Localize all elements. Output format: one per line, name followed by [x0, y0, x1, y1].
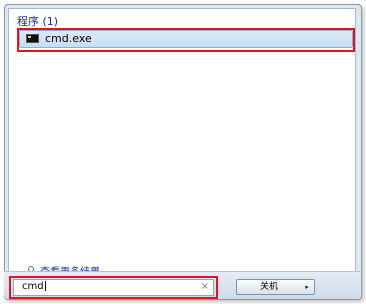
result-item-cmd[interactable]: cmd.exe: [17, 28, 355, 52]
shutdown-button[interactable]: 关机: [236, 279, 302, 295]
search-input-text: cmd: [22, 281, 46, 292]
section-title-programs: 程序 (1): [17, 15, 59, 28]
close-icon[interactable]: ×: [201, 280, 209, 294]
result-item-label: cmd.exe: [45, 32, 92, 45]
start-menu-screenshot: 程序 (1) cmd.exe 查看更多结果 cmd × 关机 ▸: [0, 0, 366, 304]
shutdown-options-arrow-icon[interactable]: ▸: [300, 279, 315, 295]
search-input[interactable]: cmd ×: [9, 276, 218, 299]
search-results-pane: 程序 (1) cmd.exe 查看更多结果: [8, 8, 356, 278]
text-caret: [44, 281, 46, 291]
cmd-icon: [26, 34, 39, 43]
